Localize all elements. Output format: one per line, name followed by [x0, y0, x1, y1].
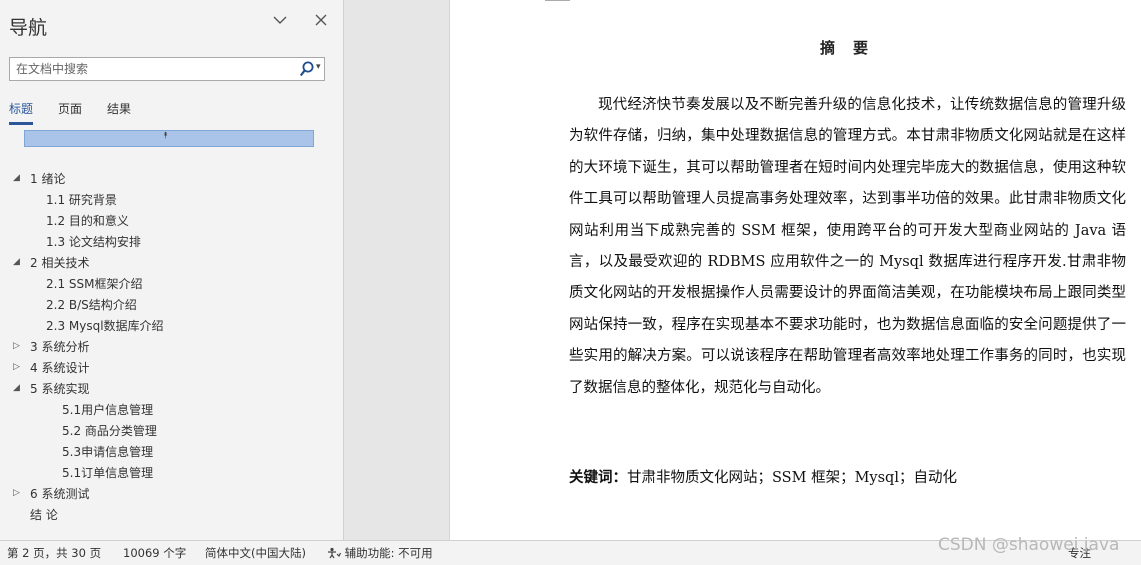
expanded-triangle-icon[interactable]: ◢: [13, 257, 20, 267]
toc-item[interactable]: 结 论: [30, 506, 58, 524]
accessibility-status[interactable]: 辅助功能: 不可用: [327, 545, 433, 561]
toc-item[interactable]: 2 相关技术: [30, 254, 89, 272]
collapse-up-icon: ⯭: [163, 131, 169, 141]
chevron-down-icon[interactable]: [270, 12, 290, 32]
collapsed-triangle-icon[interactable]: ▷: [13, 488, 20, 498]
watermark: CSDN @shaowei java: [938, 535, 1120, 555]
search-input[interactable]: [10, 58, 302, 80]
toc-item[interactable]: 1.3 论文结构安排: [46, 233, 141, 251]
toc-item[interactable]: 1 绪论: [30, 170, 65, 188]
accessibility-text: 辅助功能: 不可用: [344, 546, 433, 560]
toc-item[interactable]: 5.3申请信息管理: [62, 443, 153, 461]
word-count-status[interactable]: 10069 个字: [123, 545, 186, 561]
nav-title: 导航: [9, 17, 48, 39]
tab-results[interactable]: 结果: [107, 100, 131, 122]
search-options-dropdown-icon[interactable]: ▾: [316, 62, 321, 72]
scroll-to-top-bar[interactable]: ⯭: [24, 130, 314, 147]
keywords-label: 关键词：: [569, 469, 627, 486]
search-icon[interactable]: [299, 60, 315, 78]
toc-item[interactable]: 2.1 SSM框架介绍: [46, 275, 143, 293]
toc-item[interactable]: 5.1用户信息管理: [62, 401, 153, 419]
keywords-line: 关键词：甘肃非物质文化网站；SSM 框架；Mysql；自动化: [569, 466, 1129, 487]
search-box: ▾: [9, 57, 325, 81]
tab-pages[interactable]: 页面: [58, 100, 82, 122]
close-icon[interactable]: [311, 12, 331, 32]
collapsed-triangle-icon[interactable]: ▷: [13, 341, 20, 351]
document-area: 摘要 现代经济快节奏发展以及不断完善升级的信息化技术，让传统数据信息的管理升级为…: [345, 0, 1141, 540]
page-edge-marker: [545, 0, 570, 1]
expanded-triangle-icon[interactable]: ◢: [13, 173, 20, 183]
abstract-body: 现代经济快节奏发展以及不断完善升级的信息化技术，让传统数据信息的管理升级为软件存…: [569, 97, 1126, 396]
language-status[interactable]: 简体中文(中国大陆): [205, 545, 306, 561]
toc-item[interactable]: 4 系统设计: [30, 359, 89, 377]
collapsed-triangle-icon[interactable]: ▷: [13, 362, 20, 372]
page-count-status[interactable]: 第 2 页，共 30 页: [7, 545, 101, 561]
navigation-pane: 导航 ▾ 标题 页面 结果 ⯭ ◢ 1 绪论 1.1 研究背景 1.2 目的和意义 1.…: [0, 0, 344, 540]
toc-item[interactable]: 3 系统分析: [30, 338, 89, 356]
toc-item[interactable]: 2.3 Mysql数据库介绍: [46, 317, 164, 335]
toc-item[interactable]: 1.2 目的和意义: [46, 212, 129, 230]
toc-item[interactable]: 5.1订单信息管理: [62, 464, 153, 482]
document-page[interactable]: 摘要 现代经济快节奏发展以及不断完善升级的信息化技术，让传统数据信息的管理升级为…: [449, 0, 1141, 540]
expanded-triangle-icon[interactable]: ◢: [13, 383, 20, 393]
abstract-title: 摘要: [820, 39, 887, 57]
keywords-text: 甘肃非物质文化网站；SSM 框架；Mysql；自动化: [627, 470, 957, 486]
toc-item[interactable]: 5 系统实现: [30, 380, 89, 398]
toc-item[interactable]: 5.2 商品分类管理: [62, 422, 157, 440]
toc-item[interactable]: 6 系统测试: [30, 485, 89, 503]
tab-headings[interactable]: 标题: [9, 100, 34, 125]
accessibility-icon: [328, 547, 342, 559]
toc-item[interactable]: 1.1 研究背景: [46, 191, 117, 209]
toc-item[interactable]: 2.2 B/S结构介绍: [46, 296, 137, 314]
